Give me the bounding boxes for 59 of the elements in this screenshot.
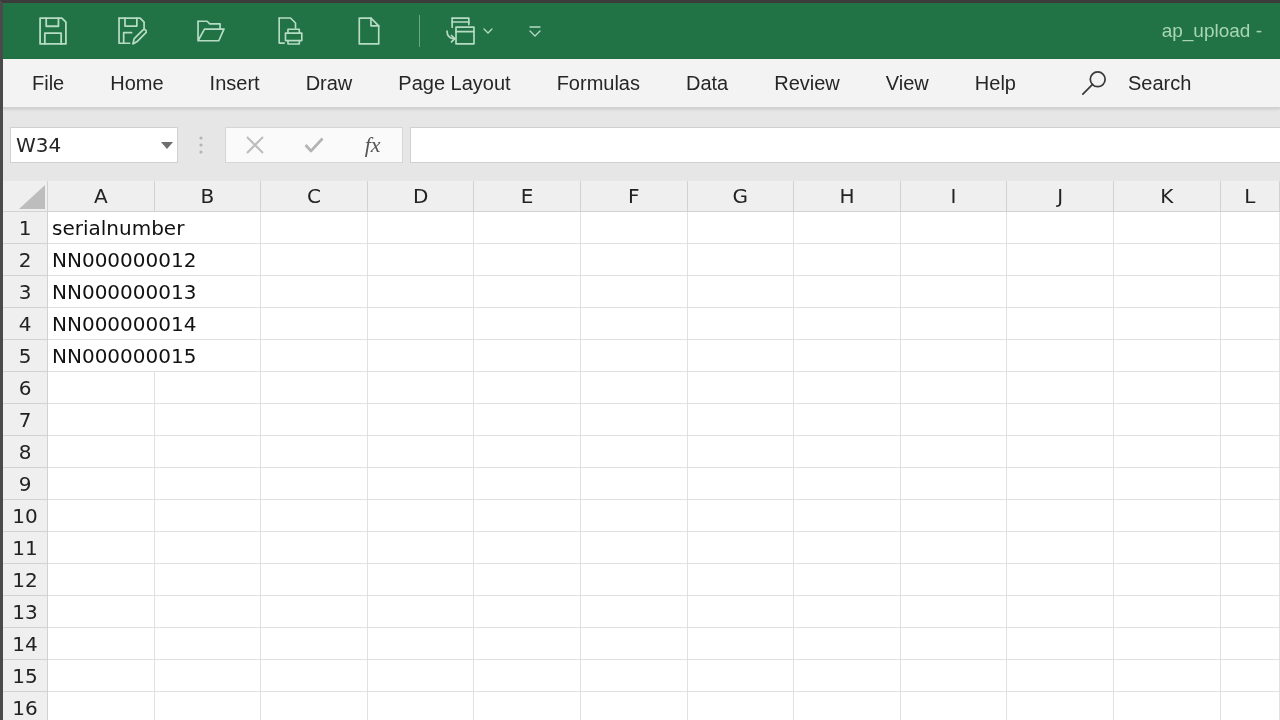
- table-cell: serialnumber: [48, 212, 262, 244]
- row-header[interactable]: 9: [3, 468, 48, 500]
- row-header[interactable]: 8: [3, 436, 48, 468]
- window-title: ap_upload -: [1161, 18, 1262, 44]
- ribbon-tab[interactable]: Review: [751, 59, 863, 107]
- ribbon-tab[interactable]: Data: [663, 59, 752, 107]
- vertical-dots-icon: [199, 136, 203, 154]
- row-header[interactable]: 4: [3, 308, 48, 340]
- search-button[interactable]: Search: [1081, 59, 1192, 107]
- check-icon[interactable]: [304, 137, 324, 153]
- chevron-bar-icon[interactable]: [529, 25, 541, 37]
- ribbon-tab[interactable]: View: [862, 59, 952, 107]
- function-button[interactable]: fx: [364, 134, 381, 156]
- row-header[interactable]: 6: [3, 372, 48, 404]
- page-printer-icon[interactable]: [277, 17, 303, 45]
- ribbon-tab[interactable]: File: [9, 59, 88, 107]
- row-header[interactable]: 7: [3, 404, 48, 436]
- column-header[interactable]: F: [580, 181, 688, 212]
- ribbon-tab[interactable]: Page Layout: [375, 59, 534, 107]
- row-header[interactable]: 15: [3, 660, 48, 692]
- name-box[interactable]: W34: [10, 127, 178, 163]
- row-header[interactable]: 10: [3, 500, 48, 532]
- table-cell: NN000000015: [48, 340, 262, 372]
- windows-arrow-icon[interactable]: [446, 17, 475, 45]
- formula-input[interactable]: [410, 127, 1280, 163]
- row-header[interactable]: 1: [3, 212, 48, 244]
- row-header[interactable]: 3: [3, 276, 48, 308]
- column-header[interactable]: C: [261, 181, 368, 212]
- column-header[interactable]: B: [154, 181, 262, 212]
- row-header[interactable]: 13: [3, 596, 48, 628]
- column-header[interactable]: G: [687, 181, 795, 212]
- ribbon-tab[interactable]: Formulas: [533, 59, 663, 107]
- column-header[interactable]: J: [1007, 181, 1114, 212]
- column-header[interactable]: D: [367, 181, 475, 212]
- row-header[interactable]: 16: [3, 692, 48, 720]
- column-header[interactable]: E: [474, 181, 581, 212]
- caret-icon[interactable]: [161, 141, 173, 149]
- table-cell: NN000000014: [48, 308, 262, 340]
- row-header[interactable]: 14: [3, 628, 48, 660]
- chevron-down-icon[interactable]: [483, 28, 493, 34]
- column-header[interactable]: I: [900, 181, 1008, 212]
- ribbon-tab[interactable]: Insert: [186, 59, 283, 107]
- column-header[interactable]: K: [1113, 181, 1221, 212]
- column-header[interactable]: H: [794, 181, 901, 212]
- column-header[interactable]: L: [1220, 181, 1280, 212]
- row-header[interactable]: 12: [3, 564, 48, 596]
- table-cell: NN000000012: [48, 244, 262, 276]
- row-header[interactable]: 11: [3, 532, 48, 564]
- column-header[interactable]: A: [48, 181, 155, 212]
- folder-icon[interactable]: [197, 20, 225, 42]
- ribbon-tab[interactable]: Home: [87, 59, 187, 107]
- table-cell: NN000000013: [48, 276, 262, 308]
- row-header[interactable]: 2: [3, 244, 48, 276]
- row-header[interactable]: 5: [3, 340, 48, 372]
- blank-page-icon[interactable]: [358, 17, 380, 45]
- ribbon-tab[interactable]: Draw: [282, 59, 376, 107]
- ribbon-tab[interactable]: Help: [951, 59, 1039, 107]
- search-icon: [1081, 71, 1106, 95]
- floppy-disk-pencil-icon[interactable]: [117, 17, 147, 45]
